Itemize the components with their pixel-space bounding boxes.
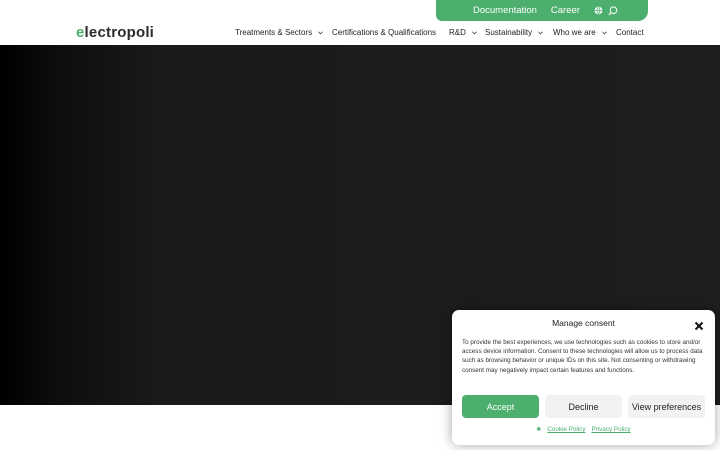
nav-item-label: Treatments & Sectors <box>235 28 313 37</box>
top-utility-bar: Documentation Career <box>436 0 648 21</box>
privacy-policy-link[interactable]: Privacy Policy <box>591 426 630 433</box>
chevron-down-icon <box>472 30 477 35</box>
logo-text: lectropoli <box>84 24 155 41</box>
nav-item-who-we-are[interactable]: Who we are <box>553 28 616 37</box>
site-logo[interactable]: electropoli <box>76 24 154 41</box>
nav-item-label: Certifications & Qualifications <box>332 28 437 37</box>
consent-links: ✱ Cookie Policy Privacy Policy <box>452 426 715 433</box>
main-nav: Treatments & Sectors Certifications & Qu… <box>235 28 644 37</box>
consent-body-text: To provide the best experiences, we use … <box>462 339 703 374</box>
chevron-down-icon <box>601 30 607 35</box>
nav-item-treatments[interactable]: Treatments & Sectors <box>235 28 332 37</box>
chevron-down-icon <box>538 30 543 35</box>
close-icon[interactable] <box>694 318 706 331</box>
consent-title: Manage consent <box>552 318 615 328</box>
chevron-down-icon <box>318 30 323 35</box>
nav-item-label: R&D <box>449 28 466 37</box>
accept-button[interactable]: Accept <box>462 395 539 418</box>
logo-prefix: e <box>76 24 85 41</box>
documentation-link[interactable]: Documentation <box>473 5 537 16</box>
topbar-icons <box>594 5 618 16</box>
decline-button[interactable]: Decline <box>545 395 622 418</box>
nav-item-rd[interactable]: R&D <box>449 28 485 37</box>
view-preferences-button[interactable]: View preferences <box>628 395 705 418</box>
search-icon[interactable] <box>608 5 618 16</box>
nav-item-label: Contact <box>616 28 644 37</box>
nav-item-certifications[interactable]: Certifications & Qualifications <box>332 28 449 37</box>
nav-item-sustainability[interactable]: Sustainability <box>485 28 553 37</box>
cookie-policy-link[interactable]: Cookie Policy <box>547 426 585 433</box>
nav-item-label: Who we are <box>553 28 596 37</box>
career-link[interactable]: Career <box>551 5 580 16</box>
consent-dialog: Manage consent To provide the best exper… <box>452 310 715 445</box>
star-icon: ✱ <box>536 427 542 433</box>
nav-item-contact[interactable]: Contact <box>616 28 644 37</box>
nav-item-label: Sustainability <box>485 28 533 37</box>
globe-icon[interactable] <box>594 6 603 15</box>
